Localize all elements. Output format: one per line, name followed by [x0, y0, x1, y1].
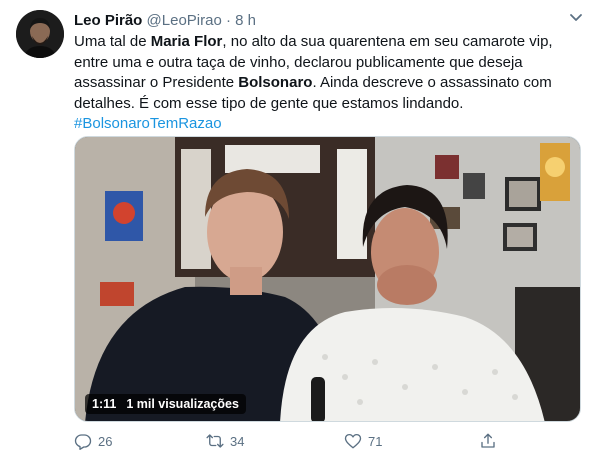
avatar[interactable] [16, 10, 64, 58]
bold-text: Maria Flor [150, 33, 223, 50]
share-icon [481, 433, 495, 448]
author-handle[interactable]: @LeoPirao [147, 12, 222, 29]
heart-icon [344, 433, 362, 449]
video-views: 1 mil visualizações [126, 397, 239, 411]
retweet-button[interactable]: 34 [206, 432, 244, 450]
reply-count: 26 [98, 433, 113, 449]
video-thumbnail [75, 137, 580, 421]
tweet-text-line: detalhes. É com esse tipo de gente que e… [74, 94, 579, 115]
text-segment: Uma tal de [74, 33, 151, 50]
hashtag-link[interactable]: #BolsonaroTemRazao [74, 114, 579, 135]
share-button[interactable] [479, 432, 497, 450]
avatar-image [16, 10, 64, 58]
bold-text: Bolsonaro [238, 74, 313, 91]
video-badge: 1:11 1 mil visualizações [85, 394, 246, 414]
video-duration: 1:11 [92, 397, 117, 411]
text-segment: detalhes. É com esse tipo de gente que e… [74, 94, 464, 112]
tweet-header: Leo Pirão @LeoPirao · 8 h [74, 11, 256, 31]
text-segment: entre uma e outra taça de vinho, declaro… [74, 53, 523, 71]
tweet-actions: 26 34 71 [74, 432, 544, 454]
tweet-text: Uma tal de Maria Flor, no alto da sua qu… [74, 32, 579, 135]
like-count: 71 [368, 433, 383, 449]
separator-dot: · [225, 12, 231, 29]
chevron-down-icon[interactable] [566, 9, 586, 27]
tweet-time[interactable]: 8 h [235, 12, 256, 29]
text-segment: . Ainda descreve o assassinato com [312, 74, 552, 91]
text-segment: assassinar o Presidente [74, 74, 239, 91]
video-player[interactable]: 1:11 1 mil visualizações [74, 136, 581, 422]
like-button[interactable]: 71 [344, 432, 382, 450]
retweet-count: 34 [230, 433, 245, 449]
retweet-icon [206, 434, 224, 448]
author-name[interactable]: Leo Pirão [74, 12, 142, 29]
tweet-text-line: assassinar o Presidente Bolsonaro. Ainda… [74, 73, 579, 94]
tweet-text-line: entre uma e outra taça de vinho, declaro… [74, 53, 579, 74]
text-segment: , no alto da sua quarentena em seu camar… [222, 33, 553, 50]
reply-icon [74, 434, 92, 450]
tweet-text-line: Uma tal de Maria Flor, no alto da sua qu… [74, 32, 579, 53]
reply-button[interactable]: 26 [74, 432, 112, 450]
